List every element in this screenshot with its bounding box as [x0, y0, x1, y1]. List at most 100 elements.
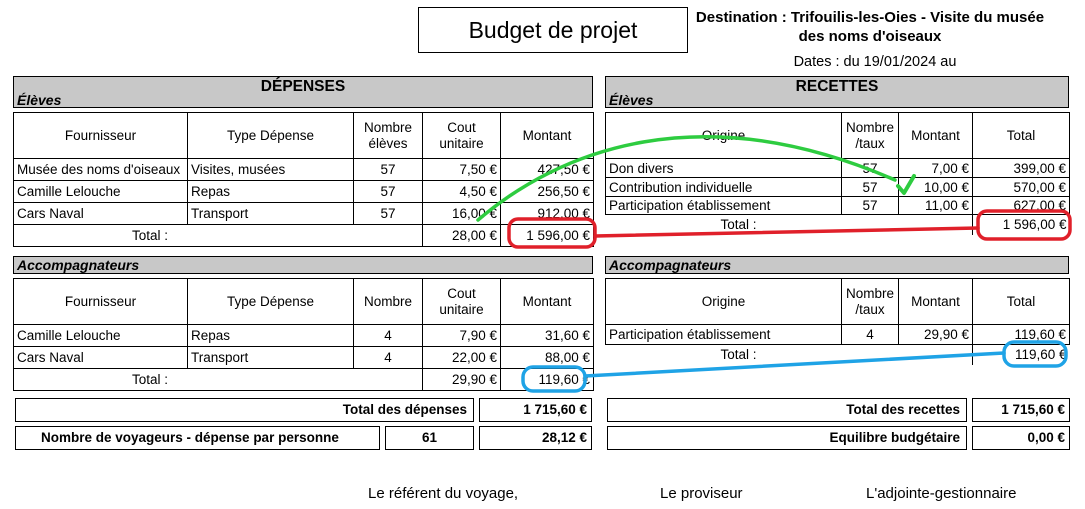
cell: 570,00 €: [972, 177, 1070, 197]
table-row: Camille Lelouche Repas 4 7,90 € 31,60 €: [13, 324, 594, 347]
recettes-accompagnateurs-label: Accompagnateurs: [605, 256, 1069, 274]
total-row: Total : 1 596,00 €: [605, 214, 1070, 235]
column-header: Fournisseur: [13, 278, 188, 325]
cell: 16,00 €: [422, 202, 501, 225]
total-amount: 1 596,00 €: [500, 224, 594, 247]
table-row: Musée des noms d'oiseaux Visites, musées…: [13, 158, 594, 181]
recettes-eleves-label: Élèves: [609, 92, 654, 108]
column-header: Origine: [605, 112, 842, 159]
table-header-row: Origine Nombre /taux Montant Total: [605, 112, 1070, 159]
column-header: Total: [972, 278, 1070, 325]
cell: 88,00 €: [500, 346, 594, 369]
column-header: Montant: [898, 278, 973, 325]
total-recettes-value: 1 715,60 €: [972, 398, 1070, 422]
depenses-eleves-label: Élèves: [17, 92, 62, 108]
total-amount: 1 596,00 €: [972, 214, 1070, 235]
table-header-row: Origine Nombre /taux Montant Total: [605, 278, 1070, 325]
cell: 912,00 €: [500, 202, 594, 225]
cell: Visites, musées: [187, 158, 354, 181]
column-header: Fournisseur: [13, 112, 188, 159]
depenses-title: DÉPENSES: [260, 78, 346, 95]
cell: 627,00 €: [972, 196, 1070, 215]
depenses-header: DÉPENSES Élèves: [13, 76, 593, 108]
cell: 11,00 €: [898, 196, 973, 215]
total-row: Total : 119,60 €: [605, 344, 1070, 365]
cell: 119,60 €: [972, 324, 1070, 345]
equilibre-value: 0,00 €: [972, 426, 1070, 450]
column-header: Montant: [500, 278, 594, 325]
cell: Cars Naval: [13, 202, 188, 225]
cell: 4: [353, 346, 423, 369]
voyageurs-per-person: 28,12 €: [479, 426, 592, 450]
cell: 22,00 €: [422, 346, 501, 369]
column-header: Montant: [500, 112, 594, 159]
total-amount: 119,60 €: [972, 344, 1070, 365]
cell: Cars Naval: [13, 346, 188, 369]
total-amount: 119,60 €: [500, 368, 594, 391]
signature-proviseur: Le proviseur: [660, 485, 743, 502]
total-label: Total :: [13, 224, 423, 247]
cell: 256,50 €: [500, 180, 594, 203]
table-row: Participation établissement 57 11,00 € 6…: [605, 196, 1070, 215]
cell: Camille Lelouche: [13, 180, 188, 203]
destination-text: Destination : Trifouilis-les-Oies - Visi…: [695, 9, 1045, 45]
cell: Transport: [187, 202, 354, 225]
total-label: Total :: [605, 214, 973, 235]
total-depenses-label: Total des dépenses: [15, 398, 474, 422]
cell: 7,00 €: [898, 158, 973, 178]
cell: 4: [353, 324, 423, 347]
cell: Don divers: [605, 158, 842, 178]
depenses-accompagnateurs-label: Accompagnateurs: [13, 256, 593, 274]
recettes-title: RECETTES: [795, 78, 879, 95]
cell: Camille Lelouche: [13, 324, 188, 347]
column-header: Nombre: [353, 278, 423, 325]
column-header: Nombre /taux: [841, 278, 899, 325]
cell: 4,50 €: [422, 180, 501, 203]
dates-text: Dates : du 19/01/2024 au: [793, 54, 957, 70]
cell: Contribution individuelle: [605, 177, 842, 197]
table-row: Participation établissement 4 29,90 € 11…: [605, 324, 1070, 345]
table-row: Don divers 57 7,00 € 399,00 €: [605, 158, 1070, 178]
table-header-row: Fournisseur Type Dépense Nombre élèves C…: [13, 112, 594, 159]
equilibre-label: Equilibre budgétaire: [607, 426, 967, 450]
recettes-header: RECETTES Élèves: [605, 76, 1069, 108]
total-label: Total :: [13, 368, 423, 391]
column-header: Cout unitaire: [422, 278, 501, 325]
table-row: Contribution individuelle 57 10,00 € 570…: [605, 177, 1070, 197]
table-header-row: Fournisseur Type Dépense Nombre Cout uni…: [13, 278, 594, 325]
cell: Participation établissement: [605, 196, 842, 215]
cell: Transport: [187, 346, 354, 369]
total-label: Total :: [605, 344, 973, 365]
cell: 7,50 €: [422, 158, 501, 181]
cell: 57: [841, 196, 899, 215]
total-row: Total : 28,00 € 1 596,00 €: [13, 224, 594, 247]
total-recettes-label: Total des recettes: [607, 398, 967, 422]
cell: 57: [841, 177, 899, 197]
cell: Musée des noms d'oiseaux: [13, 158, 188, 181]
cell: 31,60 €: [500, 324, 594, 347]
total-unit: 29,90 €: [422, 368, 501, 391]
cell: 57: [841, 158, 899, 178]
cell: 57: [353, 180, 423, 203]
column-header: Nombre élèves: [353, 112, 423, 159]
depenses-accompagnateurs-table: Fournisseur Type Dépense Nombre Cout uni…: [13, 278, 594, 391]
column-header: Montant: [898, 112, 973, 159]
table-row: Cars Naval Transport 57 16,00 € 912,00 €: [13, 202, 594, 225]
cell: 427,50 €: [500, 158, 594, 181]
cell: 4: [841, 324, 899, 345]
total-row: Total : 29,90 € 119,60 €: [13, 368, 594, 391]
table-row: Camille Lelouche Repas 57 4,50 € 256,50 …: [13, 180, 594, 203]
column-header: Nombre /taux: [841, 112, 899, 159]
column-header: Type Dépense: [187, 112, 354, 159]
cell: Participation établissement: [605, 324, 842, 345]
total-depenses-value: 1 715,60 €: [479, 398, 592, 422]
cell: 29,90 €: [898, 324, 973, 345]
table-row: Cars Naval Transport 4 22,00 € 88,00 €: [13, 346, 594, 369]
signature-gestionnaire: L'adjointe-gestionnaire: [866, 485, 1017, 502]
voyageurs-label: Nombre de voyageurs - dépense par person…: [15, 426, 380, 450]
document-title: Budget de projet: [418, 7, 688, 53]
signature-referent: Le référent du voyage,: [368, 485, 519, 502]
cell: 57: [353, 158, 423, 181]
recettes-eleves-table: Origine Nombre /taux Montant Total Don d…: [605, 112, 1070, 235]
cell: 399,00 €: [972, 158, 1070, 178]
